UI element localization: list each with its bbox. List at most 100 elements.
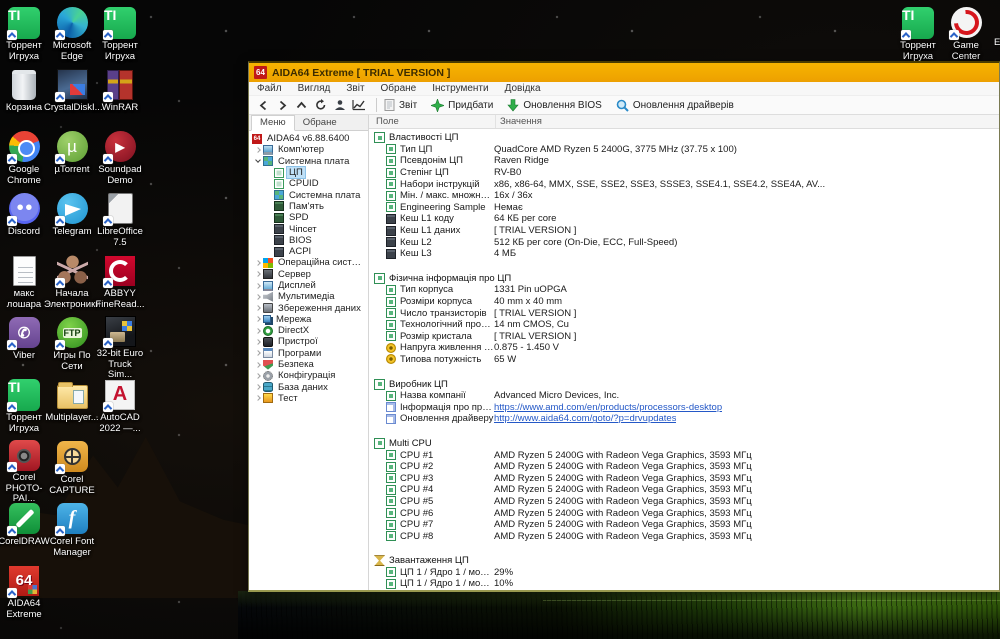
desktop-icon[interactable]: µ µTorrent xyxy=(48,128,96,190)
nav-up-button[interactable] xyxy=(293,98,310,113)
tree-item[interactable]: Тест xyxy=(249,393,368,404)
cpu-icon xyxy=(386,167,396,178)
desktop-icon[interactable]: ABBYY FineRead... xyxy=(95,252,145,314)
desktop-icon[interactable]: Корзина xyxy=(0,66,48,128)
driver-update-button[interactable]: Оновлення драйверів xyxy=(616,99,734,112)
aida64-window: 64 AIDA64 Extreme [ TRIAL VERSION ] Файл… xyxy=(248,61,1000,592)
tree-item[interactable]: Збереження даних xyxy=(249,302,368,314)
field-label: CPU #7 xyxy=(400,519,434,531)
field-value-link[interactable]: http://www.aida64.com/goto/?p=drvupdates xyxy=(494,413,676,424)
info-row: Кеш L1 даних [ TRIAL VERSION ] xyxy=(369,225,999,237)
desktop-icon[interactable]: Google Chrome xyxy=(0,128,48,190)
tree-item[interactable]: SPD xyxy=(249,212,368,223)
chip-icon xyxy=(386,213,396,224)
tree-item[interactable]: Комп'ютер xyxy=(249,144,368,155)
tree-item[interactable]: Пристрої xyxy=(249,336,368,347)
sidebar-tab[interactable]: Обране xyxy=(295,116,345,130)
cpu-icon xyxy=(386,578,396,589)
desktop-icon[interactable]: Discord xyxy=(0,190,48,252)
bios-update-button[interactable]: Оновлення BIOS xyxy=(507,98,602,112)
desktop-icon[interactable]: 32-bit Euro Truck Sim... xyxy=(96,314,144,380)
desktop-icon[interactable]: 64 AIDA64 Extreme xyxy=(0,562,48,624)
chart-button[interactable] xyxy=(350,98,367,113)
report-button[interactable]: Звіт xyxy=(384,99,417,111)
desktop-icon[interactable]: Corel CAPTURE xyxy=(48,438,96,500)
shortcut-arrow-icon xyxy=(54,30,65,40)
tree-item[interactable]: CPUID xyxy=(249,178,368,189)
desktop-icon[interactable]: A AutoCAD 2022 —... xyxy=(96,376,144,438)
tree-item[interactable]: Системна плата xyxy=(249,156,368,167)
info-row: Назва компанії Advanced Micro Devices, In… xyxy=(369,390,999,402)
tree-item[interactable]: База даних xyxy=(249,382,368,393)
chip-icon xyxy=(386,237,396,248)
sidebar-tab[interactable]: Меню xyxy=(251,115,295,131)
desktop-icon[interactable]: TI Торрент Игруха xyxy=(0,376,48,438)
tree-item[interactable]: Чіпсет xyxy=(249,223,368,235)
icon-glyph: ✆ xyxy=(17,324,31,342)
desktop-icon[interactable]: LibreOffice 7.5 xyxy=(96,190,144,252)
desktop-icon[interactable]: ✆ Viber xyxy=(0,314,48,376)
tree-item[interactable]: Мережа xyxy=(249,314,368,325)
desktop-icon-label: Google Chrome xyxy=(7,164,41,186)
tree-item-label: Операційна система xyxy=(278,257,368,269)
refresh-button[interactable] xyxy=(312,98,329,113)
tree-item[interactable]: Системна плата xyxy=(249,189,368,201)
desktop-icon[interactable]: TI Торрент Игруха xyxy=(894,4,942,62)
desktop-icon[interactable]: Multiplayer... xyxy=(45,376,99,438)
field-label: CPU #4 xyxy=(400,484,434,496)
menu-item[interactable]: Інструменти xyxy=(432,83,488,94)
chip-icon xyxy=(386,225,396,236)
recycle-icon xyxy=(12,69,36,100)
tree-item[interactable]: ЦП xyxy=(249,166,368,180)
buy-button[interactable]: Придбати xyxy=(431,98,493,112)
desktop-icon[interactable]: Corel PHOTO-PAI... xyxy=(0,438,48,504)
nav-back-button[interactable] xyxy=(255,98,272,113)
desktop-icon[interactable]: CrystalDiskI... xyxy=(44,66,103,128)
desktop-icon[interactable]: Начала Электроники xyxy=(44,252,101,314)
tree-item[interactable]: ACPI xyxy=(249,246,368,257)
field-value-link[interactable]: https://www.amd.com/en/products/processo… xyxy=(494,402,722,413)
tree-item[interactable]: DirectX xyxy=(249,325,368,336)
tree-item[interactable]: Пам'ять xyxy=(249,201,368,212)
menu-item[interactable]: Вигляд xyxy=(298,83,331,94)
desktop-icon[interactable]: TI Торрент Игруха xyxy=(96,4,144,66)
icon-glyph: 64 xyxy=(15,572,33,589)
menu-item[interactable]: Довідка xyxy=(505,83,541,94)
tree-item[interactable]: Операційна система xyxy=(249,257,368,268)
window-titlebar[interactable]: 64 AIDA64 Extreme [ TRIAL VERSION ] xyxy=(249,63,999,82)
desktop-icon-label: CorelDRAW xyxy=(0,536,50,547)
desktop-icon-grid: TI Торрент Игруха Microsoft Edge TI Торрент … xyxy=(0,4,146,624)
nav-forward-button[interactable] xyxy=(274,98,291,113)
tree-item[interactable]: Сервер xyxy=(249,269,368,280)
menu-item[interactable]: Звіт xyxy=(346,83,364,94)
user-info-button[interactable] xyxy=(331,98,348,113)
tree-item[interactable]: Конфігурація xyxy=(249,370,368,381)
column-header-value[interactable]: Значення xyxy=(496,116,542,127)
desktop-icon[interactable]: f Corel Font Manager xyxy=(48,500,96,562)
field-value: 0.875 - 1.450 V xyxy=(494,342,559,354)
shortcut-arrow-icon xyxy=(102,92,113,102)
column-header-field[interactable]: Поле xyxy=(369,115,496,128)
tree-item[interactable]: Програми xyxy=(249,348,368,359)
tree-item[interactable]: Безпека xyxy=(249,359,368,370)
desktop-icon[interactable]: FTP Игры По Сети xyxy=(48,314,96,376)
tree-item[interactable]: BIOS xyxy=(249,235,368,246)
tree-item-label: Конфігурація xyxy=(278,370,336,382)
net-icon xyxy=(263,315,271,324)
desktop-icon[interactable]: Game Center xyxy=(942,4,990,62)
desktop-icon-label: Торрент Игруха xyxy=(900,40,936,62)
desktop-icon[interactable]: TI Торрент Игруха xyxy=(0,4,48,66)
desktop-icon[interactable]: макс лошара xyxy=(0,252,48,314)
desktop-icon[interactable]: Telegram xyxy=(48,190,96,252)
tree-item[interactable]: Дисплей xyxy=(249,280,368,291)
app-icon: 64 xyxy=(254,66,267,79)
desktop-icon[interactable]: ▶ Soundpad Demo xyxy=(96,128,144,190)
desktop-icon[interactable]: CorelDRAW xyxy=(0,500,50,562)
tree-item[interactable]: 64 AIDA64 v6.88.6400 xyxy=(249,133,368,144)
desktop-icon[interactable]: Microsoft Edge xyxy=(48,4,96,66)
menu-item[interactable]: Файл xyxy=(257,83,282,94)
menu-item[interactable]: Обране xyxy=(381,83,417,94)
tree-item[interactable]: Мультимедіа xyxy=(249,291,368,302)
section: Виробник ЦП Назва компанії Advanced Micro … xyxy=(369,378,999,424)
desktop-icon[interactable]: WinRAR xyxy=(96,66,144,128)
